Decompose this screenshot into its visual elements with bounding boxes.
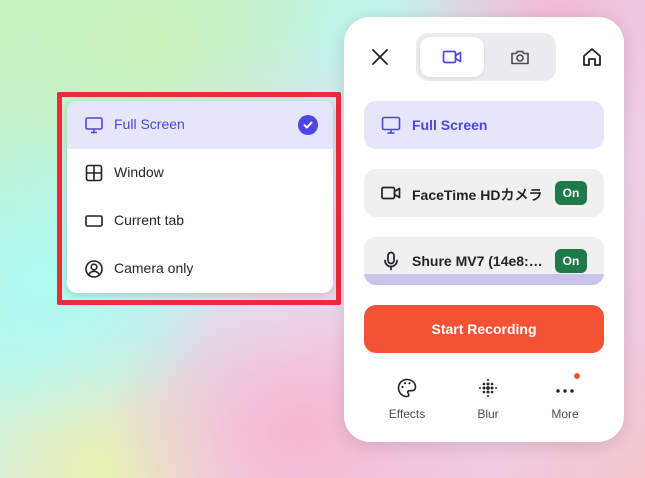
menu-item-full-screen[interactable]: Full Screen [67,101,333,149]
screen-source-label: Full Screen [412,117,488,133]
close-icon[interactable] [370,47,390,67]
start-recording-button[interactable]: Start Recording [364,305,604,353]
blur-dots-icon [479,379,497,397]
effects-label: Effects [388,407,426,421]
palette-icon [397,378,417,398]
window-grid-icon [85,164,103,182]
mic-level-meter [364,274,604,285]
more-button[interactable]: More [535,373,595,423]
microphone-icon [384,251,398,271]
capture-source-menu: Full Screen Window Current tab Camera on… [67,101,333,293]
blur-button[interactable]: Blur [458,373,518,423]
home-icon[interactable] [581,46,603,68]
menu-item-label: Full Screen [114,116,185,132]
video-camera-icon [381,186,401,200]
more-dots-icon [556,389,574,393]
camera-on-toggle[interactable]: On [555,181,587,205]
mic-source-label: Shure MV7 (14e8:0101) [412,253,544,269]
menu-item-label: Window [114,164,164,180]
recorder-panel: Full Screen FaceTime HDカメラ On Shure MV7 … [344,17,624,442]
camera-source-selector[interactable]: FaceTime HDカメラ On [364,169,604,217]
mic-on-toggle[interactable]: On [555,249,587,273]
menu-item-label: Current tab [114,212,185,228]
mic-source-selector[interactable]: Shure MV7 (14e8:0101) On [364,237,604,285]
photo-camera-icon [511,50,529,65]
monitor-icon [381,116,401,134]
monitor-icon [85,117,103,134]
video-camera-icon [442,50,462,64]
photo-mode-button[interactable] [488,37,552,77]
blur-label: Blur [477,407,499,421]
camera-source-label: FaceTime HDカメラ [412,187,543,203]
screen-source-selector[interactable]: Full Screen [364,101,604,149]
menu-item-window[interactable]: Window [67,149,333,197]
mode-toggle [416,33,556,81]
camera-person-icon [85,260,103,278]
tab-icon [85,215,103,227]
menu-item-label: Camera only [114,260,194,276]
checkmark-icon [298,115,318,135]
menu-item-camera-only[interactable]: Camera only [67,245,333,293]
notification-dot [574,373,580,379]
video-mode-button[interactable] [420,37,484,77]
more-label: More [551,407,579,421]
effects-button[interactable]: Effects [377,373,437,423]
menu-item-current-tab[interactable]: Current tab [67,197,333,245]
